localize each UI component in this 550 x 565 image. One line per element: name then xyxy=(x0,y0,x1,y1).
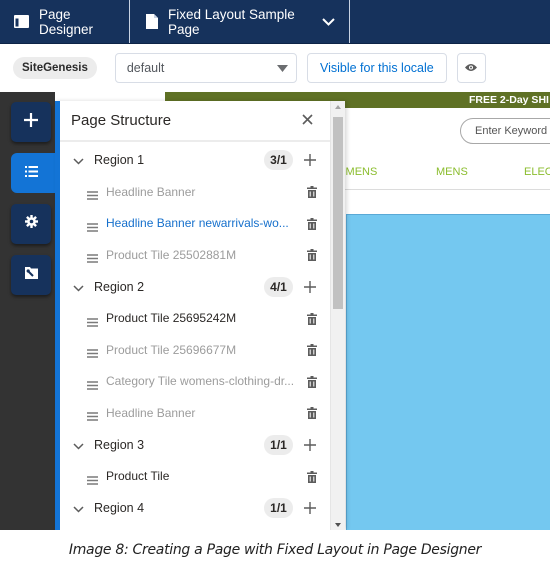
component-label: Product Tile xyxy=(106,469,170,484)
layout-icon xyxy=(14,15,29,28)
page-structure-button[interactable] xyxy=(11,153,61,193)
trash-icon[interactable] xyxy=(307,217,317,235)
top-header: Page Designer Fixed Layout Sample Page xyxy=(0,0,550,44)
region-label: Region 1 xyxy=(94,153,145,167)
preview-button[interactable] xyxy=(456,53,486,83)
component-label: Headline Banner xyxy=(106,405,196,420)
trash-icon[interactable] xyxy=(307,185,317,203)
component-label: Category Tile womens-clothing-dr... xyxy=(106,374,295,389)
page-title: Fixed Layout Sample Page xyxy=(168,6,295,37)
plus-icon xyxy=(24,112,38,132)
region-label: Region 2 xyxy=(94,279,145,294)
component-row[interactable]: Product Tile 25696677M xyxy=(60,334,335,366)
toolbar: SiteGenesis default Visible for this loc… xyxy=(0,44,550,92)
component-row[interactable]: Headline Banner xyxy=(60,176,335,208)
region-count-badge: 1/1 xyxy=(264,498,293,518)
component-row[interactable]: Product Tile 25695242M xyxy=(60,303,335,335)
region-row[interactable]: Region 1 3/1 xyxy=(60,144,335,176)
visibility-button[interactable]: Visible for this locale xyxy=(306,53,447,83)
component-label: Headline Banner newarrivals-wo... xyxy=(106,216,289,231)
list-icon xyxy=(24,164,38,182)
drag-handle-icon[interactable] xyxy=(87,187,98,205)
nav-divider xyxy=(335,189,550,190)
trash-icon[interactable] xyxy=(307,470,317,488)
drag-handle-icon[interactable] xyxy=(87,345,98,363)
chevron-down-icon[interactable] xyxy=(73,437,84,455)
drag-handle-icon[interactable] xyxy=(87,377,98,395)
figure-caption: Image 8: Creating a Page with Fixed Layo… xyxy=(68,542,482,558)
component-row[interactable]: Product Tile xyxy=(60,461,335,493)
component-label: Product Tile 25696677M xyxy=(106,342,237,357)
region-count-badge: 4/1 xyxy=(264,276,293,297)
panel-header: Page Structure xyxy=(60,101,335,142)
add-components-button[interactable] xyxy=(11,102,51,142)
page-designer-app: Page Designer Fixed Layout Sample Page S… xyxy=(0,0,550,530)
chevron-down-icon[interactable] xyxy=(322,17,335,26)
chevron-down-icon[interactable] xyxy=(73,279,84,297)
component-label: Product Tile 25502881M xyxy=(106,247,237,262)
component-row[interactable]: Product Tile 25502881M xyxy=(60,239,335,271)
region-label: Region 3 xyxy=(94,437,145,452)
structure-tree: Region 1 3/1 Headline Banner Headline Ba… xyxy=(60,144,335,530)
app-title-tab[interactable]: Page Designer xyxy=(0,0,130,43)
region-label: Region 4 xyxy=(94,501,145,515)
gear-icon xyxy=(24,215,38,233)
drag-handle-icon[interactable] xyxy=(87,408,98,426)
locale-value: default xyxy=(126,61,165,75)
plus-icon[interactable] xyxy=(304,438,316,456)
region-count-badge: 1/1 xyxy=(264,434,293,455)
chevron-down-icon[interactable] xyxy=(73,500,84,518)
plus-icon[interactable] xyxy=(304,501,316,519)
region-row[interactable]: Region 2 4/1 xyxy=(60,271,335,303)
plus-icon[interactable] xyxy=(304,280,316,298)
store-search-input[interactable]: Enter Keyword o xyxy=(460,118,550,144)
component-label: Product Tile 25695242M xyxy=(106,311,237,326)
trash-icon[interactable] xyxy=(307,248,317,266)
site-badge: SiteGenesis xyxy=(13,57,97,79)
panel-scrollbar[interactable] xyxy=(330,101,345,530)
scroll-thumb[interactable] xyxy=(333,117,343,309)
page-properties-button[interactable] xyxy=(11,255,51,295)
page-settings-button[interactable] xyxy=(11,204,51,244)
component-row[interactable]: Headline Banner xyxy=(60,397,335,429)
nav-item-mens[interactable]: MENS xyxy=(436,166,468,178)
eye-icon xyxy=(465,59,478,77)
component-label: Headline Banner xyxy=(106,184,196,199)
locale-select[interactable]: default xyxy=(114,53,297,83)
caret-down-icon xyxy=(276,61,288,75)
scroll-down-arrow-icon[interactable] xyxy=(335,523,341,527)
region-row[interactable]: Region 4 1/1 xyxy=(60,492,335,524)
drag-handle-icon[interactable] xyxy=(87,472,98,490)
trash-icon[interactable] xyxy=(307,406,317,424)
close-icon[interactable] xyxy=(302,112,313,130)
promo-text: FREE 2-Day SHI xyxy=(469,94,549,106)
drag-handle-icon[interactable] xyxy=(87,314,98,332)
folder-wrench-icon xyxy=(24,266,38,284)
chevron-down-icon[interactable] xyxy=(73,152,84,170)
trash-icon[interactable] xyxy=(307,312,317,330)
left-rail xyxy=(0,92,61,530)
page-structure-panel: Page Structure Region 1 3/1 Headline Ban… xyxy=(55,101,345,530)
document-icon xyxy=(146,14,158,29)
panel-title: Page Structure xyxy=(71,112,172,129)
plus-icon[interactable] xyxy=(304,153,316,171)
component-row-selected[interactable]: Headline Banner newarrivals-wo... xyxy=(60,208,335,240)
region-row[interactable]: Region 3 1/1 xyxy=(60,429,335,461)
component-row[interactable]: Category Tile womens-clothing-dr... xyxy=(60,366,335,398)
scroll-up-arrow-icon[interactable] xyxy=(335,105,341,109)
hero-image[interactable] xyxy=(346,214,550,530)
region-count-badge: 3/1 xyxy=(264,150,293,170)
nav-item-electronics[interactable]: ELEC xyxy=(524,166,550,178)
drag-handle-icon[interactable] xyxy=(87,250,98,268)
trash-icon[interactable] xyxy=(307,375,317,393)
page-selector[interactable]: Fixed Layout Sample Page xyxy=(130,0,350,43)
drag-handle-icon[interactable] xyxy=(87,219,98,237)
trash-icon[interactable] xyxy=(307,343,317,361)
app-title: Page Designer xyxy=(39,6,94,37)
